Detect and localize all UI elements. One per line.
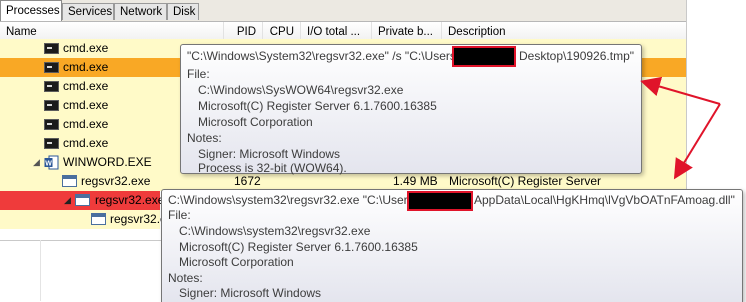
annotation-arrows [640, 76, 721, 180]
arrow-to-dll-tooltip [673, 103, 721, 180]
arrow-to-cmdline-tooltip [640, 76, 721, 105]
